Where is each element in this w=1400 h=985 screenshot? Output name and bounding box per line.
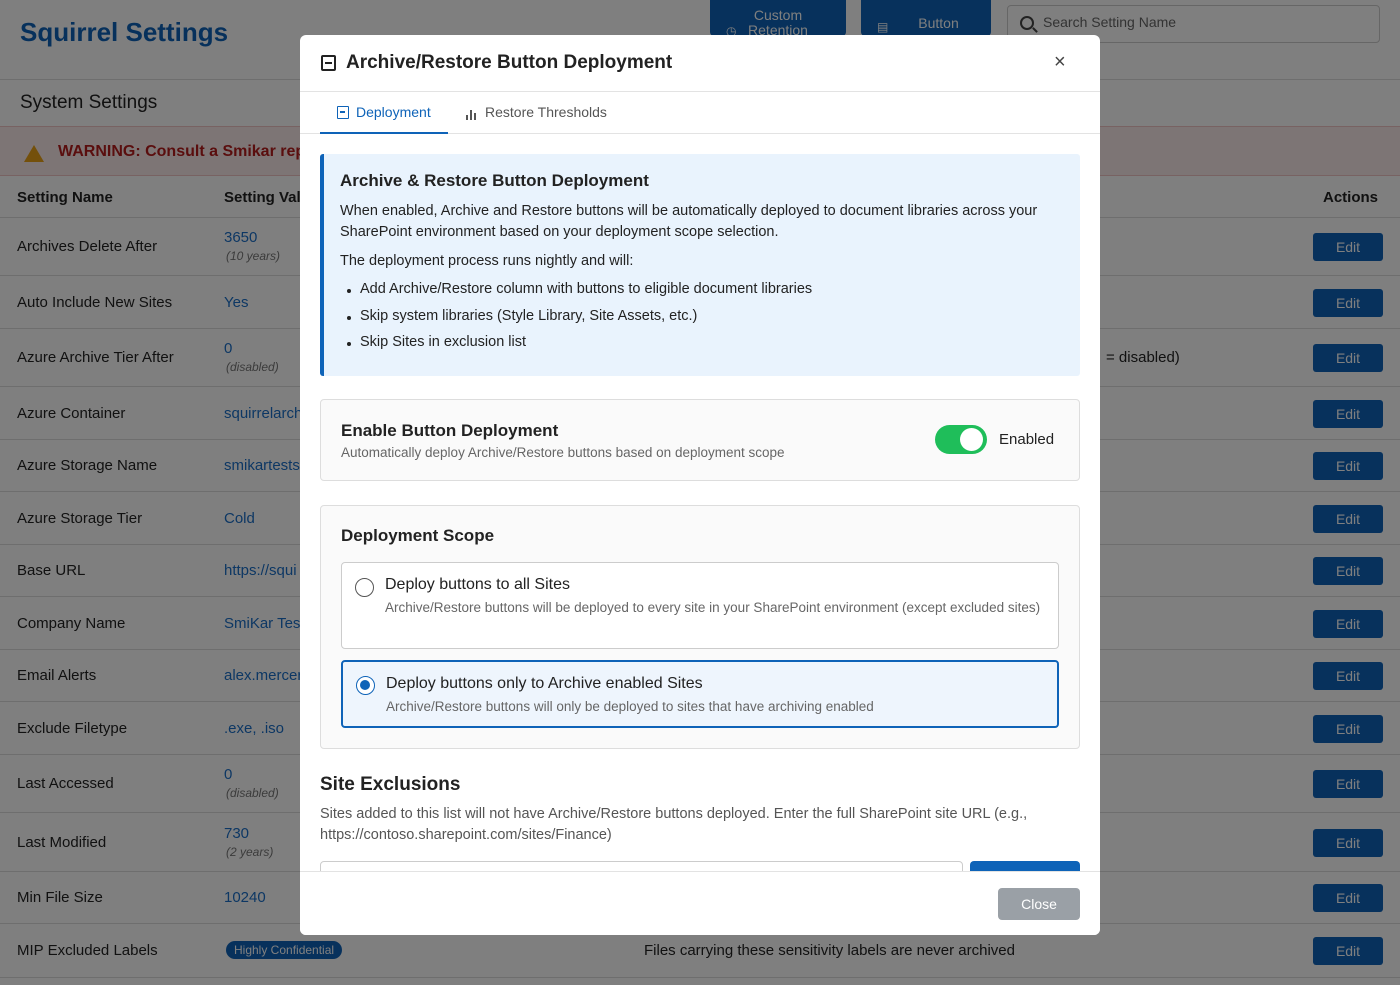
- enable-deployment-card: Enable Button Deployment Automatically d…: [320, 399, 1080, 481]
- close-button[interactable]: Close: [998, 888, 1080, 920]
- list-item: Add Archive/Restore column with buttons …: [346, 281, 812, 308]
- list-item: Skip system libraries (Style Library, Si…: [346, 308, 812, 335]
- info-description: When enabled, Archive and Restore button…: [340, 203, 1038, 240]
- tab-restore-thresholds[interactable]: Restore Thresholds: [464, 92, 607, 134]
- modal-title: Archive/Restore Button Deployment: [346, 52, 673, 73]
- site-url-input[interactable]: [320, 861, 963, 871]
- scope-option-all-sites[interactable]: Deploy buttons to all Sites Archive/Rest…: [341, 562, 1059, 649]
- info-panel: Archive & Restore Button Deployment When…: [320, 154, 1080, 376]
- deployment-scope-card: Deployment Scope Deploy buttons to all S…: [320, 505, 1080, 749]
- deployment-modal: Archive/Restore Button Deployment × Depl…: [300, 35, 1100, 935]
- info-list: Add Archive/Restore column with buttons …: [346, 281, 812, 361]
- site-exclusions-description: Sites added to this list will not have A…: [320, 806, 1028, 843]
- document-icon: [321, 55, 336, 71]
- radio-all-sites[interactable]: [355, 578, 374, 597]
- add-site-button[interactable]: [970, 861, 1080, 871]
- enable-title: Enable Button Deployment: [341, 421, 559, 440]
- scope-title: Deployment Scope: [341, 526, 495, 545]
- modal-tabs: Deployment Restore Thresholds: [300, 92, 1100, 134]
- modal-footer: Close: [300, 871, 1100, 935]
- close-icon[interactable]: ×: [1054, 51, 1066, 74]
- tab-deployment[interactable]: Deployment: [320, 92, 448, 134]
- option-title: Deploy buttons only to Archive enabled S…: [386, 675, 703, 692]
- tab-restore-thresholds-label: Restore Thresholds: [485, 104, 607, 120]
- option-description: Archive/Restore buttons will be deployed…: [385, 600, 1041, 615]
- modal-body[interactable]: Archive & Restore Button Deployment When…: [300, 134, 1100, 871]
- bar-chart-icon: [466, 109, 477, 120]
- tab-deployment-label: Deployment: [356, 104, 431, 120]
- list-item: Skip Sites in exclusion list: [346, 334, 812, 361]
- enable-subtitle: Automatically deploy Archive/Restore but…: [341, 445, 785, 460]
- enable-toggle[interactable]: [935, 425, 987, 454]
- modal-header: Archive/Restore Button Deployment ×: [300, 35, 1100, 92]
- site-exclusions-title: Site Exclusions: [320, 774, 461, 795]
- info-title: Archive & Restore Button Deployment: [340, 171, 649, 190]
- toggle-label: Enabled: [999, 431, 1055, 448]
- info-process: The deployment process runs nightly and …: [340, 253, 634, 269]
- option-title: Deploy buttons to all Sites: [385, 576, 570, 593]
- option-description: Archive/Restore buttons will only be dep…: [386, 699, 874, 714]
- radio-archive-enabled[interactable]: [356, 676, 375, 695]
- scope-option-archive-enabled[interactable]: Deploy buttons only to Archive enabled S…: [341, 660, 1059, 728]
- document-icon: [337, 106, 349, 119]
